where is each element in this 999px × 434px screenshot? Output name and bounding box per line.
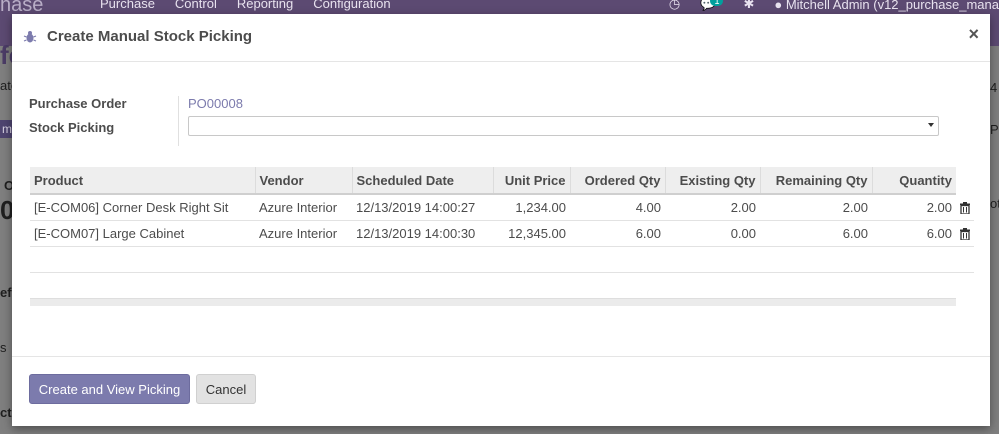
cell-existing-qty[interactable]: 2.00 xyxy=(665,194,760,221)
trash-icon xyxy=(960,227,970,240)
purchase-order-label: Purchase Order xyxy=(29,96,127,111)
table-header-row: Product Vendor Scheduled Date Unit Price… xyxy=(30,167,974,195)
systray: ◷ 💬1 ✱ ● Mitchell Admin (v12_purchase_ma… xyxy=(669,0,999,12)
cell-quantity[interactable]: 2.00 xyxy=(872,194,956,221)
picking-lines-table: Product Vendor Scheduled Date Unit Price… xyxy=(30,167,974,273)
cell-product[interactable]: [E-COM07] Large Cabinet xyxy=(30,220,255,247)
cell-remaining-qty[interactable]: 2.00 xyxy=(760,194,872,221)
close-icon[interactable]: × xyxy=(968,24,979,45)
column-header-remaining-qty[interactable]: Remaining Qty xyxy=(760,167,873,195)
column-header-unit-price[interactable]: Unit Price xyxy=(493,167,571,195)
dialog-title: Create Manual Stock Picking xyxy=(47,28,253,45)
empty-table-row xyxy=(30,246,974,273)
column-header-scheduled-date[interactable]: Scheduled Date xyxy=(352,167,494,195)
cell-unit-price[interactable]: 12,345.00 xyxy=(493,220,570,247)
chevron-down-icon xyxy=(928,123,934,127)
cell-scheduled-date[interactable]: 12/13/2019 14:00:30 xyxy=(352,220,493,247)
column-header-quantity[interactable]: Quantity xyxy=(872,167,956,195)
column-header-existing-qty[interactable]: Existing Qty xyxy=(665,167,761,195)
debug-icon[interactable]: ✱ xyxy=(743,0,754,12)
cell-ordered-qty[interactable]: 6.00 xyxy=(570,220,665,247)
chat-icon[interactable]: 💬1 xyxy=(700,0,724,12)
cell-product[interactable]: [E-COM06] Corner Desk Right Sit xyxy=(30,194,255,221)
create-stock-picking-dialog: Create Manual Stock Picking × Purchase O… xyxy=(12,14,990,426)
bg-fragment: ot xyxy=(990,196,999,211)
stock-picking-select[interactable] xyxy=(188,116,939,136)
cell-existing-qty[interactable]: 0.00 xyxy=(665,220,760,247)
column-header-product[interactable]: Product xyxy=(30,167,256,195)
cell-scheduled-date[interactable]: 12/13/2019 14:00:27 xyxy=(352,194,493,221)
create-and-view-picking-button[interactable]: Create and View Picking xyxy=(29,374,190,404)
stock-picking-label: Stock Picking xyxy=(29,120,115,135)
user-name: Mitchell Admin (v12_purchase_mana xyxy=(785,0,999,12)
main-menu: Purchase Control Reporting Configuration xyxy=(100,0,391,11)
column-header-delete xyxy=(956,167,974,195)
cell-vendor[interactable]: Azure Interior xyxy=(255,220,352,247)
form-divider xyxy=(178,96,179,146)
cell-remaining-qty[interactable]: 6.00 xyxy=(760,220,872,247)
purchase-order-link[interactable]: PO00008 xyxy=(188,96,243,111)
cancel-button[interactable]: Cancel xyxy=(196,374,256,404)
dialog-header: Create Manual Stock Picking × xyxy=(12,14,990,62)
bg-fragment: s xyxy=(0,340,7,355)
cell-ordered-qty[interactable]: 4.00 xyxy=(570,194,665,221)
bg-fragment: ct xyxy=(0,405,12,420)
cell-quantity[interactable]: 6.00 xyxy=(872,220,956,247)
bug-icon xyxy=(23,31,37,43)
dialog-footer: Create and View Picking Cancel xyxy=(12,356,990,426)
table-row[interactable]: [E-COM07] Large Cabinet Azure Interior 1… xyxy=(30,220,974,247)
menu-item-control[interactable]: Control xyxy=(175,0,217,11)
column-header-ordered-qty[interactable]: Ordered Qty xyxy=(570,167,666,195)
delete-row-button[interactable] xyxy=(956,194,974,221)
cell-unit-price[interactable]: 1,234.00 xyxy=(493,194,570,221)
delete-row-button[interactable] xyxy=(956,220,974,247)
bg-fragment: Pu xyxy=(990,122,999,137)
bg-fragment: 4 xyxy=(990,80,998,95)
user-menu[interactable]: ● Mitchell Admin (v12_purchase_mana xyxy=(774,0,999,12)
cell-vendor[interactable]: Azure Interior xyxy=(255,194,352,221)
activity-icon[interactable]: ◷ xyxy=(669,0,680,12)
menu-item-purchase[interactable]: Purchase xyxy=(100,0,155,11)
chat-count-badge: 1 xyxy=(710,0,724,6)
horizontal-scrollbar[interactable] xyxy=(30,298,956,306)
table-row[interactable]: [E-COM06] Corner Desk Right Sit Azure In… xyxy=(30,194,974,221)
column-header-vendor[interactable]: Vendor xyxy=(255,167,353,195)
menu-item-reporting[interactable]: Reporting xyxy=(237,0,293,11)
menu-item-configuration[interactable]: Configuration xyxy=(313,0,390,11)
trash-icon xyxy=(960,201,970,214)
